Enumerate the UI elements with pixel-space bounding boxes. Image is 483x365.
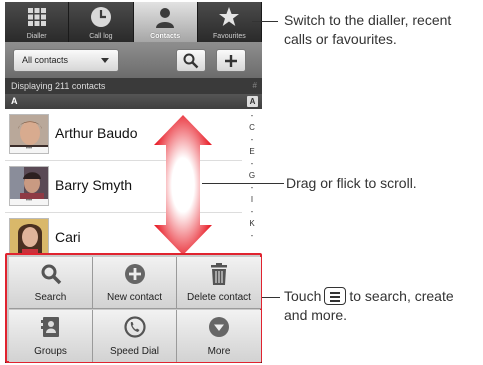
menu-item-groups[interactable]: Groups [9, 310, 93, 362]
toolbar: All contacts [5, 42, 262, 78]
contact-photo[interactable] [9, 218, 49, 258]
menu-item-label: Speed Dial [110, 346, 159, 357]
trash-icon [177, 263, 261, 287]
more-icon [177, 316, 261, 340]
menu-item-more[interactable]: More [177, 310, 261, 362]
tab-favourites[interactable]: Favourites [197, 2, 262, 42]
contact-list[interactable]: ••• Arthur Baudo ••• Barry Smyth Cari [5, 109, 262, 258]
menu-callout: Touch to search, create and more. [284, 287, 454, 324]
person-icon [134, 6, 197, 28]
star-icon [198, 6, 261, 28]
menu-item-label: More [207, 346, 231, 357]
groups-icon [9, 316, 92, 340]
chevron-down-icon [101, 58, 109, 63]
menu-item-search[interactable]: Search [9, 257, 93, 309]
add-contact-button[interactable] [216, 49, 246, 72]
alphabet-index[interactable]: - C - E - G - I - K - [242, 109, 262, 255]
filter-label: All contacts [22, 55, 69, 65]
menu-key-icon [324, 287, 347, 306]
index-letter[interactable]: - [242, 111, 262, 120]
menu-callout-line [262, 297, 280, 298]
index-letter[interactable]: C [242, 123, 262, 132]
tab-label: Dialler [26, 33, 47, 40]
options-menu: Search New contact Delete contact Groups… [5, 253, 262, 363]
search-icon [183, 53, 199, 68]
contact-name: Arthur Baudo [55, 125, 138, 141]
index-letter[interactable]: G [242, 171, 262, 180]
contact-name: Barry Smyth [55, 177, 133, 193]
index-letter[interactable]: - [242, 231, 262, 240]
tab-label: Favourites [213, 33, 246, 40]
menu-item-label: Groups [34, 346, 67, 357]
add-contact-icon [93, 263, 176, 287]
contact-photo[interactable]: ••• [9, 114, 49, 154]
menu-item-label: New contact [106, 292, 163, 303]
tab-contacts[interactable]: Contacts [133, 2, 198, 42]
menu-item-new-contact[interactable]: New contact [93, 257, 177, 309]
menu-item-speed-dial[interactable]: Speed Dial [93, 310, 177, 362]
index-letter[interactable]: - [242, 207, 262, 216]
index-letter[interactable]: K [242, 219, 262, 228]
menu-item-label: Search [34, 292, 67, 303]
scroll-gesture-arrow [154, 115, 212, 255]
tab-call-log[interactable]: Call log [69, 2, 134, 42]
dialpad-icon [5, 6, 68, 28]
plus-icon [225, 54, 237, 67]
contact-name: Cari [55, 229, 81, 245]
scroll-callout-line [202, 183, 284, 184]
search-icon [9, 263, 92, 287]
index-letter[interactable]: - [242, 183, 262, 192]
section-header: A A [5, 94, 262, 109]
contact-photo[interactable]: ••• [9, 166, 49, 206]
contact-count: Displaying 211 contacts [11, 81, 106, 91]
scroll-callout: Drag or flick to scroll. [286, 175, 417, 191]
contacts-filter-dropdown[interactable]: All contacts [13, 49, 119, 72]
tab-bar: Dialler Call log Contacts Favourites [5, 2, 262, 42]
index-letter[interactable]: - [242, 159, 262, 168]
contact-count-bar: Displaying 211 contacts # [5, 78, 262, 94]
menu-item-delete-contact[interactable]: Delete contact [177, 257, 261, 309]
index-letter[interactable]: I [242, 195, 262, 204]
speed-dial-icon [93, 316, 176, 340]
tab-dialler[interactable]: Dialler [5, 2, 70, 42]
search-button[interactable] [176, 49, 206, 72]
tab-label: Contacts [150, 33, 181, 40]
hash-index[interactable]: # [253, 78, 257, 94]
clock-icon [69, 6, 132, 28]
index-letter[interactable]: - [242, 135, 262, 144]
index-letter[interactable]: E [242, 147, 262, 156]
menu-item-label: Delete contact [187, 292, 251, 303]
tabs-callout: Switch to the dialler, recent calls or f… [284, 12, 452, 47]
section-index-badge[interactable]: A [247, 96, 258, 107]
tabs-callout-line [252, 21, 278, 22]
section-letter: A [11, 96, 18, 106]
tab-label: Call log [89, 33, 113, 40]
